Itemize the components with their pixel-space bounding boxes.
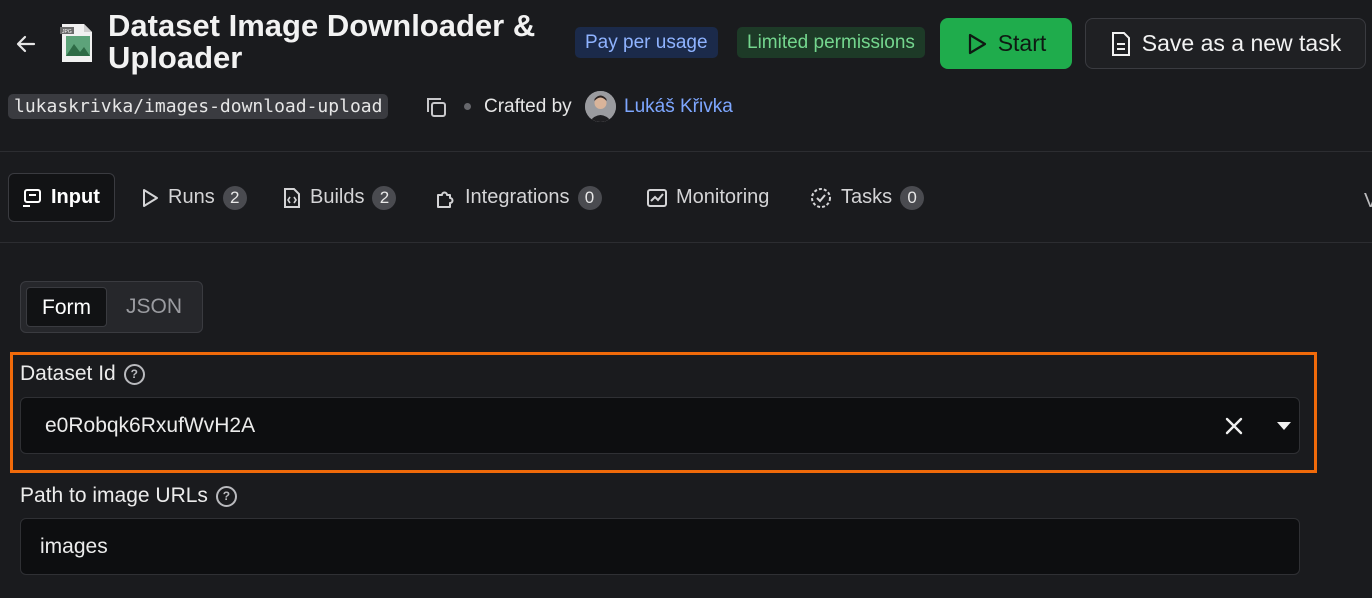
builds-count-badge: 2 [372, 185, 397, 210]
tab-label: Tasks [841, 186, 893, 208]
task-check-icon [811, 187, 831, 208]
crafted-by-label: Crafted by [484, 96, 572, 117]
input-icon [23, 188, 41, 207]
tab-monitoring[interactable]: Monitoring [634, 173, 781, 222]
chevron-down-icon[interactable] [1275, 419, 1293, 433]
path-value: images [40, 534, 108, 558]
tab-integrations[interactable]: Integrations 0 [423, 173, 614, 222]
pricing-badge: Pay per usage [575, 27, 718, 58]
start-button[interactable]: Start [940, 18, 1072, 69]
tab-label: Input [51, 186, 100, 208]
help-icon[interactable]: ? [215, 485, 237, 507]
runs-count-badge: 2 [222, 185, 247, 210]
tab-label: Runs [168, 186, 215, 208]
puzzle-icon [437, 191, 454, 208]
play-icon [968, 33, 986, 54]
tab-tasks[interactable]: Tasks 0 [797, 173, 936, 222]
integrations-count-badge: 0 [577, 185, 602, 210]
save-as-task-button[interactable]: Save as a new task [1085, 18, 1366, 69]
actor-slug: lukaskrivka/images-download-upload [8, 94, 389, 119]
save-button-label: Save as a new task [1141, 30, 1342, 56]
path-label-row: Path to image URLs ? [20, 483, 237, 509]
dataset-id-field[interactable]: e0Robqk6RxufWvH2A [20, 397, 1300, 454]
dataset-id-value: e0Robqk6RxufWvH2A [45, 413, 256, 437]
author-link[interactable]: Lukáš Křivka [624, 95, 733, 119]
play-outline-icon [143, 188, 158, 207]
page-title: Dataset Image Downloader & Uploader [108, 8, 536, 75]
arrow-left-icon[interactable] [14, 32, 38, 56]
separator-dot [464, 103, 471, 110]
close-icon[interactable] [1223, 415, 1245, 437]
permissions-badge: Limited permissions [737, 27, 925, 58]
tab-input[interactable]: Input [8, 173, 115, 222]
avatar[interactable] [585, 91, 616, 122]
tab-runs[interactable]: Runs 2 [128, 173, 259, 222]
mode-form-button[interactable]: Form [26, 287, 107, 327]
jpg-file-icon: JPG [60, 24, 92, 62]
tab-label: Integrations [465, 186, 570, 208]
actor-tabs: Input Runs 2 Builds 2 Integrations 0 Mon… [0, 152, 1372, 243]
help-icon[interactable]: ? [123, 363, 145, 385]
actor-header: JPG Dataset Image Downloader & Uploader … [0, 0, 1372, 152]
tab-builds[interactable]: Builds 2 [270, 173, 408, 222]
tab-overflow[interactable]: V [1364, 190, 1372, 213]
svg-text:JPG: JPG [62, 29, 72, 35]
tab-label: Builds [310, 186, 365, 208]
chart-icon [647, 188, 667, 207]
tab-label: Monitoring [676, 186, 770, 208]
input-mode-toggle: Form JSON [20, 281, 203, 333]
mode-json-button[interactable]: JSON [117, 287, 191, 327]
copy-icon[interactable] [425, 96, 447, 118]
start-button-label: Start [997, 30, 1047, 56]
dataset-id-label-row: Dataset Id ? [20, 361, 145, 387]
build-file-icon [284, 187, 300, 208]
document-icon [1111, 31, 1130, 56]
tasks-count-badge: 0 [900, 185, 925, 210]
dataset-id-label: Dataset Id [20, 362, 116, 385]
path-field[interactable]: images [20, 518, 1300, 575]
path-label: Path to image URLs [20, 484, 208, 507]
